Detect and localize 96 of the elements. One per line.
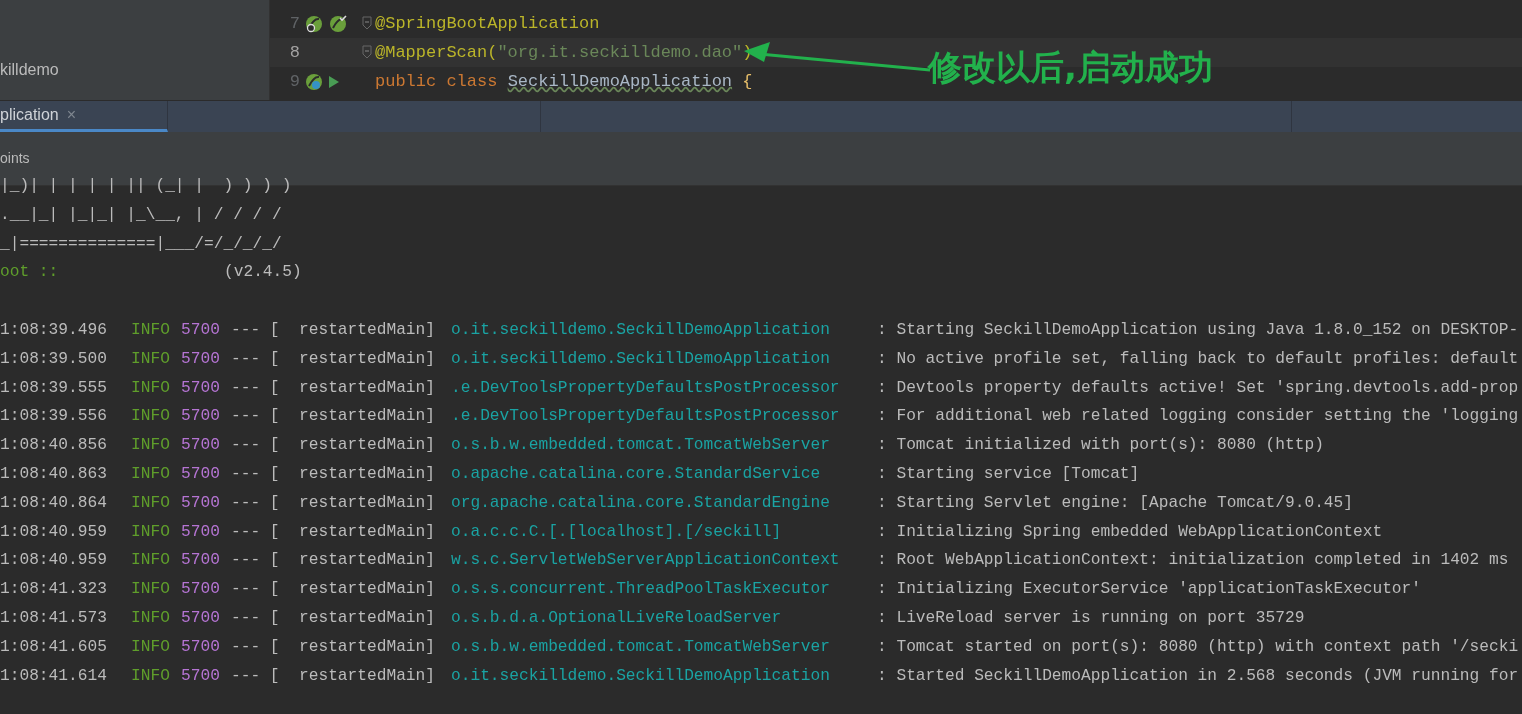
log-message: : Root WebApplicationContext: initialization completed in 1402 ms (877, 550, 1509, 572)
line-number: 9 (288, 70, 300, 93)
log-level: INFO (131, 320, 171, 341)
log-logger: o.it.seckilldemo.SeckillDemoApplication (451, 348, 831, 370)
fold-icon[interactable] (362, 15, 372, 30)
log-message: : Tomcat initialized with port(s): 8080 (http) (877, 435, 1324, 457)
log-message: : Starting service [Tomcat] (877, 463, 1140, 485)
log-message: : Starting Servlet engine: [Apache Tomcat/9.0.45] (877, 492, 1353, 514)
log-logger: o.apache.catalina.core.StandardService (451, 463, 822, 485)
bean-icon[interactable] (304, 71, 324, 92)
log-logger: o.a.c.c.C.[.[localhost].[/seckill] (451, 521, 783, 543)
log-logger: o.it.seckilldemo.SeckillDemoApplication (451, 665, 831, 687)
line-number: 7 (288, 12, 300, 35)
log-pid: 5700 (181, 665, 221, 687)
log-pid: 5700 (181, 406, 221, 428)
log-level: INFO (131, 521, 171, 543)
banner-line: _|==============|___/=/_/_/_/ (0, 234, 282, 253)
banner-version: (v2.4.5) (224, 262, 302, 284)
bean-check-icon[interactable] (328, 13, 348, 34)
annotation-text: 修改以后,启动成功 (928, 46, 1213, 89)
log-logger: .e.DevToolsPropertyDefaultsPostProcessor (451, 377, 841, 399)
log-time: 1:08:41.614 (0, 665, 108, 687)
log-time: 1:08:39.500 (0, 348, 108, 370)
log-thread: --- [ restartedMain] (231, 579, 436, 601)
log-pid: 5700 (181, 320, 221, 341)
log-time: 1:08:39.496 (0, 320, 108, 341)
project-item[interactable]: killdemo (0, 61, 59, 78)
log-message: : Initializing ExecutorService 'applicationTaskExecutor' (877, 579, 1421, 601)
banner-line: oot :: (0, 262, 60, 284)
log-thread: --- [ restartedMain] (231, 521, 436, 543)
log-thread: --- [ restartedMain] (231, 665, 436, 687)
log-thread: --- [ restartedMain] (231, 636, 436, 658)
log-thread: --- [ restartedMain] (231, 320, 436, 341)
log-time: 1:08:40.864 (0, 492, 108, 514)
log-message: : Tomcat started on port(s): 8080 (http) with context path '/secki (877, 636, 1519, 658)
banner-line: |_)| | | | | || (_| | ) ) ) ) (0, 177, 292, 195)
log-thread: --- [ restartedMain] (231, 435, 436, 457)
log-message: : LiveReload server is running on port 35729 (877, 607, 1305, 629)
log-logger: .e.DevToolsPropertyDefaultsPostProcessor (451, 406, 841, 428)
code-line: @SpringBootApplication (374, 12, 600, 35)
log-logger: org.apache.catalina.core.StandardEngine (451, 492, 831, 514)
log-message: : Starting SeckillDemoApplication using Java 1.8.0_152 on DESKTOP- (877, 320, 1519, 341)
log-pid: 5700 (181, 521, 221, 543)
log-level: INFO (131, 550, 171, 572)
log-logger: o.s.b.w.embedded.tomcat.TomcatWebServer (451, 435, 831, 457)
log-thread: --- [ restartedMain] (231, 377, 436, 399)
log-level: INFO (131, 435, 171, 457)
log-pid: 5700 (181, 579, 221, 601)
banner-line: .__|_| |_|_| |_\__, | / / / / (0, 205, 282, 224)
log-logger: o.s.s.concurrent.ThreadPoolTaskExecutor (451, 579, 831, 601)
log-time: 1:08:40.863 (0, 463, 108, 485)
log-time: 1:08:40.959 (0, 521, 108, 543)
log-thread: --- [ restartedMain] (231, 550, 436, 572)
bean-search-icon[interactable] (304, 13, 324, 34)
log-pid: 5700 (181, 636, 221, 658)
log-level: INFO (131, 348, 171, 370)
log-pid: 5700 (181, 550, 221, 572)
log-thread: --- [ restartedMain] (231, 348, 436, 370)
log-time: 1:08:41.323 (0, 579, 108, 601)
log-level: INFO (131, 463, 171, 485)
log-thread: --- [ restartedMain] (231, 492, 436, 514)
log-pid: 5700 (181, 348, 221, 370)
log-level: INFO (131, 406, 171, 428)
log-message: : Devtools property defaults active! Set 'spring.devtools.add-prop (877, 377, 1519, 399)
log-message: : No active profile set, falling back to default profiles: default (877, 348, 1519, 370)
log-level: INFO (131, 492, 171, 514)
log-time: 1:08:39.556 (0, 406, 108, 428)
line-number: 8 (288, 41, 300, 64)
log-logger: o.it.seckilldemo.SeckillDemoApplication (451, 320, 831, 341)
log-level: INFO (131, 607, 171, 629)
log-logger: o.s.b.d.a.OptionalLiveReloadServer (451, 607, 783, 629)
run-icon[interactable] (328, 74, 340, 89)
log-pid: 5700 (181, 377, 221, 399)
log-logger: w.s.c.ServletWebServerApplicationContext (451, 550, 841, 572)
code-line: public class SeckillDemoApplication { (374, 70, 753, 93)
log-logger: o.s.b.w.embedded.tomcat.TomcatWebServer (451, 636, 831, 658)
log-pid: 5700 (181, 463, 221, 485)
log-time: 1:08:40.856 (0, 435, 108, 457)
log-level: INFO (131, 636, 171, 658)
log-level: INFO (131, 665, 171, 687)
log-time: 1:08:41.573 (0, 607, 108, 629)
log-message: : Initializing Spring embedded WebApplicationContext (877, 521, 1383, 543)
log-time: 1:08:41.605 (0, 636, 108, 658)
log-message: : Started SeckillDemoApplication in 2.568 seconds (JVM running for (877, 665, 1519, 687)
toolbar-label[interactable]: oints (0, 148, 30, 169)
log-pid: 5700 (181, 607, 221, 629)
log-time: 1:08:39.555 (0, 377, 108, 399)
log-time: 1:08:40.959 (0, 550, 108, 572)
log-thread: --- [ restartedMain] (231, 406, 436, 428)
log-message: : For additional web related logging consider setting the 'logging (877, 406, 1519, 428)
log-thread: --- [ restartedMain] (231, 463, 436, 485)
log-level: INFO (131, 377, 171, 399)
log-pid: 5700 (181, 435, 221, 457)
log-pid: 5700 (181, 492, 221, 514)
log-thread: --- [ restartedMain] (231, 607, 436, 629)
log-level: INFO (131, 579, 171, 601)
